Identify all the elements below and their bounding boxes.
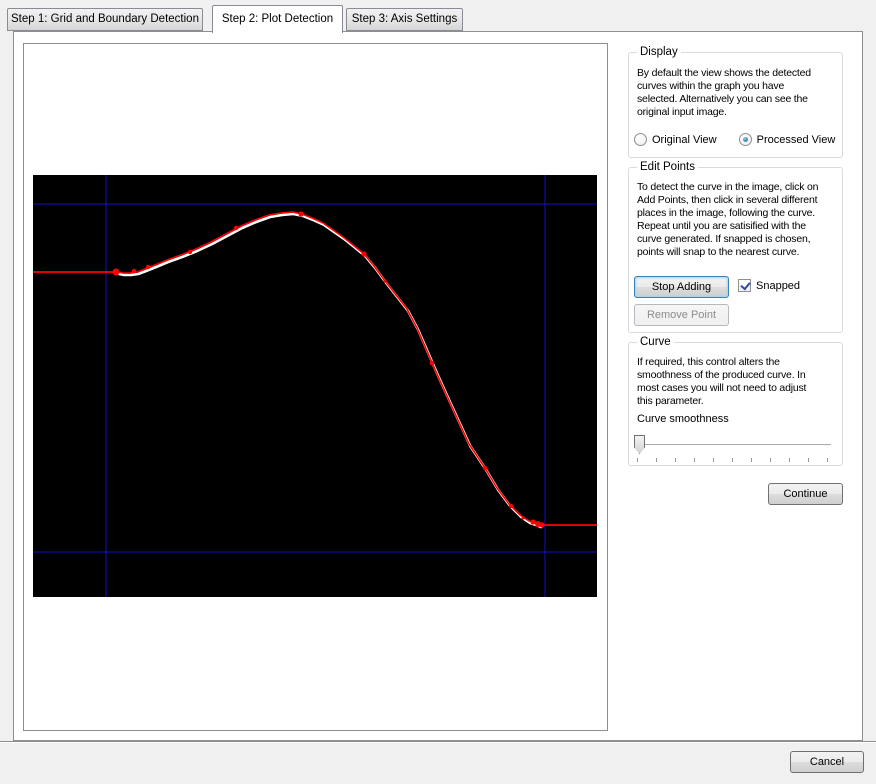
snapped-check-row: Snapped [738, 279, 800, 292]
window: { "tabs": { "tab1": "Step 1: Grid and Bo… [0, 0, 876, 784]
view-radio-group: Original View Processed View [634, 133, 835, 146]
original-view-label: Original View [652, 134, 717, 146]
slider-tick [675, 458, 676, 462]
curve-point-marker[interactable] [483, 466, 487, 470]
curve-point-marker[interactable] [509, 504, 513, 508]
edit-points-description: To detect the curve in the image, click … [637, 181, 818, 259]
curve-point-marker[interactable] [383, 279, 386, 282]
curve-point-marker[interactable] [188, 250, 192, 254]
radio-circle-icon[interactable] [634, 133, 647, 146]
tab-page-plot-detection: Display By default the view shows the de… [13, 31, 863, 741]
edit-points-groupbox: Edit Points To detect the curve in the i… [628, 167, 843, 333]
curve-point-marker[interactable] [298, 211, 303, 216]
display-group-title: Display [637, 46, 681, 58]
curve-smoothness-label: Curve smoothness [637, 413, 729, 425]
curve-group-title: Curve [637, 336, 674, 348]
remove-point-button[interactable]: Remove Point [634, 304, 729, 326]
curve-point-marker[interactable] [361, 251, 366, 256]
curve-point-marker[interactable] [234, 226, 238, 230]
curve-point-marker[interactable] [530, 519, 535, 524]
curve-point-marker[interactable] [132, 269, 136, 273]
slider-tick [656, 458, 657, 462]
slider-track[interactable] [634, 444, 831, 446]
cancel-button[interactable]: Cancel [790, 751, 864, 773]
slider-tick [637, 458, 638, 462]
tab-step3-axis-settings[interactable]: Step 3: Axis Settings [346, 8, 463, 31]
stop-adding-button[interactable]: Stop Adding [634, 276, 729, 298]
slider-tick [808, 458, 809, 462]
continue-button[interactable]: Continue [768, 483, 843, 505]
curve-point-marker[interactable] [113, 269, 120, 276]
tab-step2-plot-detection[interactable]: Step 2: Plot Detection [212, 5, 343, 33]
snapped-label: Snapped [756, 280, 800, 292]
radio-circle-icon[interactable] [739, 133, 752, 146]
slider-tick [827, 458, 828, 462]
curve-point-marker[interactable] [146, 265, 150, 269]
curve-groupbox: Curve If required, this control alters t… [628, 342, 843, 466]
slider-thumb[interactable] [634, 435, 645, 454]
curve-point-marker[interactable] [539, 522, 544, 527]
curve-point-marker[interactable] [521, 516, 524, 519]
curve-smoothness-slider[interactable] [634, 435, 831, 465]
plot-panel [23, 43, 608, 731]
slider-tick [751, 458, 752, 462]
plot-canvas[interactable] [33, 175, 597, 597]
curve-point-marker[interactable] [430, 361, 435, 366]
slider-tick [713, 458, 714, 462]
display-groupbox: Display By default the view shows the de… [628, 52, 843, 158]
slider-tick [732, 458, 733, 462]
original-view-radio[interactable]: Original View [634, 133, 717, 146]
plot-svg[interactable] [33, 175, 597, 597]
tab-step1-grid-boundary[interactable]: Step 1: Grid and Boundary Detection [7, 8, 203, 31]
slider-tick [694, 458, 695, 462]
processed-view-radio[interactable]: Processed View [739, 133, 836, 146]
processed-view-label: Processed View [757, 134, 836, 146]
edit-points-group-title: Edit Points [637, 161, 698, 173]
detected-red-curve [118, 212, 540, 525]
display-description: By default the view shows the detected c… [637, 67, 811, 119]
original-white-curve [119, 214, 541, 527]
slider-ticks [637, 458, 828, 462]
snapped-checkbox[interactable] [738, 279, 751, 292]
footer-divider [0, 741, 876, 743]
slider-tick [789, 458, 790, 462]
slider-tick [770, 458, 771, 462]
curve-description: If required, this control alters the smo… [637, 356, 806, 408]
